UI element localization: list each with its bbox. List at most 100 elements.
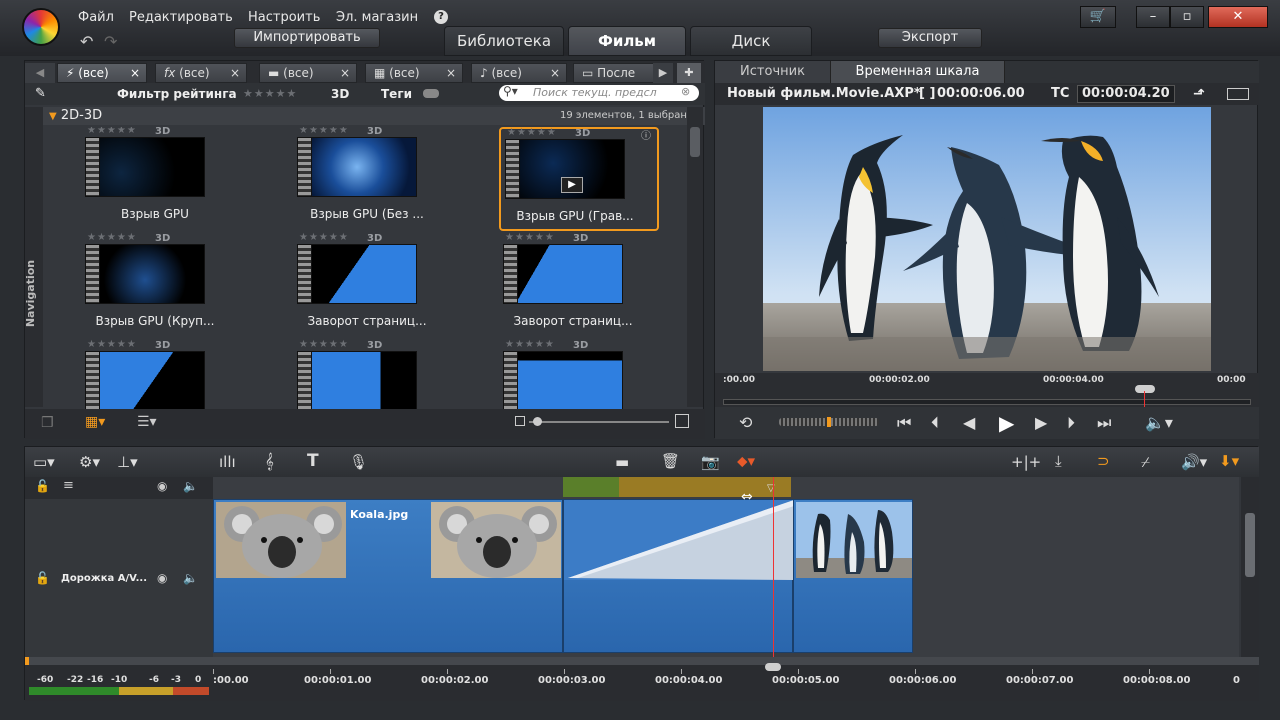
rating-stars[interactable]: ★★★★★ [87, 232, 137, 243]
library-item[interactable]: ★★★★★ 3D Заворот страниц... [499, 232, 659, 338]
export-button[interactable]: Экспорт [878, 28, 982, 48]
filter-3d-toggle[interactable]: 3D [331, 87, 349, 101]
list-view-icon[interactable]: ☰▾ [137, 414, 157, 430]
scrub-handle[interactable] [1135, 385, 1155, 393]
trim-icon[interactable]: +|+ [1011, 453, 1041, 471]
next-frame-icon[interactable]: ⏵ [1067, 413, 1075, 433]
tab-movie[interactable]: Фильм [568, 26, 686, 56]
fullscreen-icon[interactable]: ⬏ [1193, 83, 1205, 105]
info-icon[interactable]: ⓘ [641, 127, 651, 142]
volume-icon[interactable]: 🔈▾ [1145, 413, 1173, 432]
menu-edit[interactable]: Редактировать [129, 10, 233, 25]
tab-library[interactable]: Библиотека [444, 26, 564, 56]
scroll-thumb[interactable] [1245, 513, 1255, 577]
close-tab-icon[interactable]: × [130, 64, 140, 82]
scrub-track[interactable] [723, 399, 1251, 405]
tab-timeline[interactable]: Временная шкала [831, 61, 1005, 83]
rating-stars[interactable]: ★★★★★ [299, 232, 349, 243]
close-tab-icon[interactable]: × [340, 64, 350, 82]
timeline-playhead[interactable] [773, 477, 774, 657]
marker-icon[interactable]: ⬥▾ [737, 452, 755, 470]
eye-icon[interactable]: ◉ [157, 479, 167, 493]
step-forward-icon[interactable]: ▶ [1035, 413, 1047, 432]
menu-setup[interactable]: Настроить [248, 10, 320, 25]
cube-icon[interactable]: ❒ [41, 415, 54, 431]
audio-scrub-icon[interactable]: 🔊▾ [1181, 453, 1207, 471]
tabs-scroll-left-icon[interactable]: ◀ [25, 63, 55, 83]
group-header[interactable]: ▼ 2D-3D 19 элементов, 1 выбрано [43, 107, 705, 125]
gear-icon[interactable]: ⚙▾ [79, 453, 100, 471]
loop-icon[interactable]: ⟲ [739, 413, 752, 432]
redo-icon[interactable]: ↷ [104, 32, 117, 51]
undo-icon[interactable]: ↶ [80, 32, 93, 51]
track-area[interactable]: ▽ Koala.jpg ⇔ [213, 477, 1239, 657]
tab-disc[interactable]: Диск [690, 26, 812, 56]
close-tab-icon[interactable]: × [230, 64, 240, 82]
go-to-end-icon[interactable]: ⏭ [1097, 413, 1111, 433]
size-small-icon[interactable] [515, 416, 525, 426]
step-back-icon[interactable]: ◀ [963, 413, 975, 432]
previous-frame-icon[interactable]: ⏴ [931, 413, 939, 433]
close-tab-icon[interactable]: × [446, 64, 456, 82]
library-item[interactable]: ★★★★★ 3D [81, 339, 241, 409]
clip-transition[interactable] [563, 499, 794, 653]
search-input[interactable]: Поиск текущ. предсл [499, 85, 699, 101]
close-button[interactable]: ✕ [1208, 6, 1268, 28]
close-tab-icon[interactable]: × [550, 64, 560, 82]
track-name[interactable]: Дорожка A/V... [61, 573, 147, 584]
shuttle-handle[interactable] [827, 417, 831, 427]
library-item[interactable]: ★★★★★ 3D Взрыв GPU [81, 127, 241, 231]
rating-stars[interactable]: ★★★★★ [299, 127, 349, 136]
video-preview[interactable] [763, 107, 1211, 371]
clip-koala[interactable]: Koala.jpg [213, 499, 563, 653]
speaker-icon[interactable]: 🔈 [183, 479, 198, 493]
play-preview-icon[interactable]: ▶ [561, 177, 583, 193]
tabs-scroll-right-icon[interactable]: ▶ [653, 63, 673, 83]
grid-view-icon[interactable]: ▦▾ [85, 414, 105, 430]
trash-icon[interactable]: 🗑 [661, 452, 680, 470]
rating-stars[interactable]: ★★★★★ [87, 127, 137, 136]
library-item[interactable]: ★★★★★ 3D [499, 339, 659, 409]
tags-toggle-icon[interactable] [423, 89, 439, 98]
collapse-triangle-icon[interactable]: ▼ [49, 111, 57, 122]
display-mode-icon[interactable] [1227, 88, 1249, 100]
library-tab-effects[interactable]: fx (все) × [155, 63, 247, 83]
rating-stars[interactable]: ★★★★★ [87, 339, 137, 350]
menu-store[interactable]: Эл. магазин [336, 10, 418, 25]
maximize-button[interactable]: ▫ [1170, 6, 1204, 28]
razor-icon[interactable]: ▬ [615, 453, 629, 471]
timeline-horizontal-scrollbar[interactable] [25, 657, 1259, 665]
rating-filter-stars[interactable]: ★★★★★ [243, 87, 297, 100]
speaker-icon[interactable]: 🔈 [183, 571, 198, 585]
preview-scrubber[interactable]: :00.00 00:00:02.00 00:00:04.00 00:00 [715, 373, 1259, 407]
library-item[interactable]: ★★★★★ 3D Взрыв GPU (Без ... [293, 127, 453, 231]
thumbnail-size-slider[interactable] [529, 421, 669, 423]
minimize-button[interactable]: – [1136, 6, 1170, 28]
library-item[interactable]: ★★★★★ 3D Заворот страниц... [293, 232, 453, 338]
library-item[interactable]: ★★★★★ 3D Взрыв GPU (Круп... [81, 232, 241, 338]
help-icon[interactable]: ? [434, 10, 448, 24]
library-item[interactable]: ★★★★★ 3D ▶ ⓘ Взрыв GPU (Грав... [499, 127, 659, 231]
rating-stars[interactable]: ★★★★★ [505, 232, 555, 243]
title-editor-icon[interactable]: T [307, 451, 319, 471]
timeline-settings-icon[interactable]: ▭▾ [33, 453, 55, 471]
library-tab-audio[interactable]: ♪ (все) × [471, 63, 567, 83]
track-list-icon[interactable]: ≡ [63, 478, 74, 493]
slider-handle[interactable] [533, 417, 542, 426]
eye-icon[interactable]: ◉ [157, 571, 167, 585]
rating-stars[interactable]: ★★★★★ [505, 339, 555, 350]
snapshot-icon[interactable]: 📷 [701, 453, 720, 471]
lock-icon[interactable]: 🔓 [35, 571, 50, 585]
size-large-icon[interactable] [675, 414, 689, 428]
play-icon[interactable]: ▶ [999, 411, 1014, 435]
clear-search-icon[interactable]: ⊗ [681, 85, 690, 98]
library-scrollbar[interactable] [687, 107, 703, 407]
timecode-field[interactable]: 00:00:04.20 [1077, 85, 1175, 103]
av-track-header[interactable]: 🔓 Дорожка A/V... ◉ 🔈 [25, 499, 213, 657]
library-item[interactable]: ★★★★★ 3D [293, 339, 453, 409]
voiceover-icon[interactable]: 🎙 [349, 453, 368, 471]
navigation-strip[interactable]: Navigation [24, 107, 43, 407]
ruler-playhead-handle[interactable] [765, 663, 781, 671]
timeline-ruler[interactable]: -60 -22 -16 -10 -6 -3 0 :00.00 00:00:01.00 00:00… [25, 657, 1259, 701]
ripple-icon[interactable]: ⤓ [1055, 452, 1062, 470]
